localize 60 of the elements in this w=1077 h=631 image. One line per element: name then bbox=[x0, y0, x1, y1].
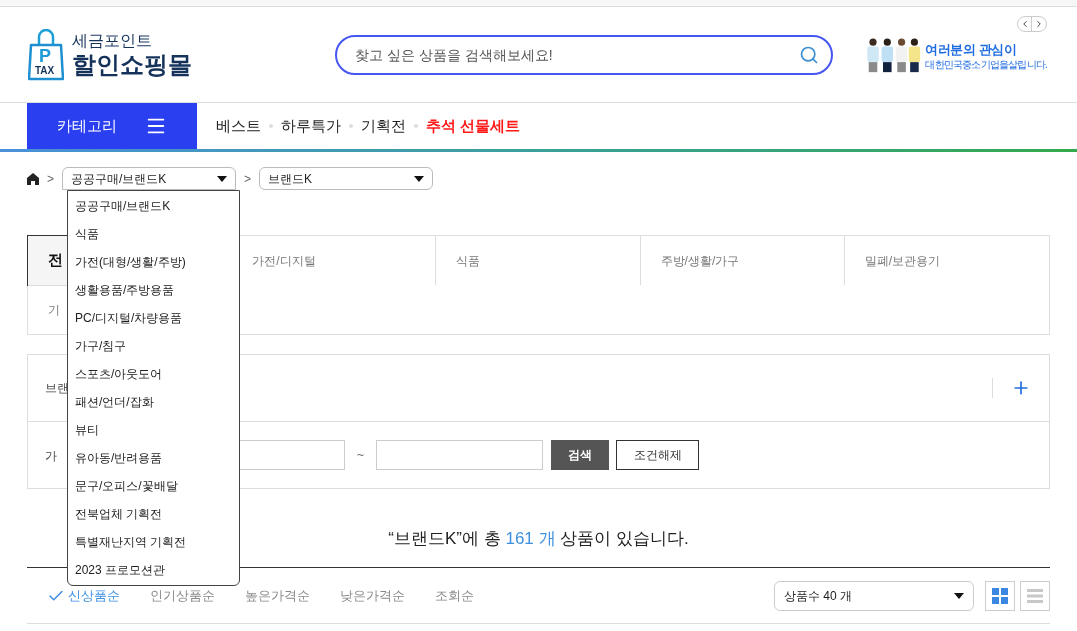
dropdown-option[interactable]: 문구/오피스/꽃배달 bbox=[68, 472, 239, 500]
sort-option[interactable]: 조회순 bbox=[435, 585, 474, 606]
result-summary: “브랜드K”에 총 161 개 상품이 있습니다. bbox=[388, 528, 689, 550]
home-icon[interactable] bbox=[27, 172, 39, 185]
dropdown-option[interactable]: 생활용품/주방용품 bbox=[68, 276, 239, 304]
filter-label: 가 bbox=[45, 449, 57, 463]
logo-tagline: 세금포인트 bbox=[72, 30, 153, 51]
category-button[interactable]: 카테고리 bbox=[27, 103, 197, 149]
category-select[interactable]: 공공구매/브랜드K bbox=[62, 167, 236, 190]
caret-icon bbox=[217, 175, 227, 182]
max-price-field[interactable] bbox=[376, 440, 543, 470]
caret-icon bbox=[954, 592, 964, 599]
logo-badge-letter: P bbox=[39, 46, 51, 65]
dropdown-option[interactable]: 유아동/반려용품 bbox=[68, 444, 239, 472]
nav-link[interactable]: 추석 선물세트 bbox=[426, 114, 521, 138]
range-separator: ~ bbox=[357, 447, 364, 464]
sort-option[interactable]: 신상품순 bbox=[47, 585, 120, 606]
dropdown-option[interactable]: 공공구매/브랜드K bbox=[68, 192, 239, 220]
category-tab[interactable]: 주방/생활/가구 bbox=[660, 251, 740, 270]
dropdown-option[interactable]: PC/디지털/차량용품 bbox=[68, 304, 239, 332]
category-tab[interactable]: 기 bbox=[48, 301, 60, 319]
nav-link[interactable]: 기획전 bbox=[361, 114, 406, 138]
banner-title: 여러분의 관심이 bbox=[925, 41, 1018, 58]
list-icon bbox=[1027, 587, 1043, 604]
sort-option[interactable]: 높은가격순 bbox=[245, 585, 310, 606]
grid-view-button[interactable] bbox=[985, 580, 1015, 611]
category-tab[interactable]: 가전/디지털 bbox=[252, 251, 316, 270]
category-tab[interactable]: 식품 bbox=[456, 251, 481, 270]
dropdown-option[interactable]: 가전(대형/생활/주방) bbox=[68, 248, 239, 276]
nav-link[interactable]: 하루특가 bbox=[281, 114, 341, 138]
reset-button[interactable]: 조건해제 bbox=[616, 440, 699, 470]
category-tab[interactable]: 밀폐/보관용기 bbox=[864, 251, 941, 270]
dropdown-option[interactable]: 뷰티 bbox=[68, 416, 239, 444]
dropdown-option[interactable]: 패션/언더/잡화 bbox=[68, 388, 239, 416]
caret-icon bbox=[414, 175, 425, 182]
search-icon[interactable] bbox=[799, 44, 819, 65]
grid-icon bbox=[992, 587, 1008, 604]
nav-link[interactable]: 베스트 bbox=[216, 114, 261, 138]
category-select[interactable]: 브랜드K bbox=[259, 167, 434, 190]
filter-label: 브랜 bbox=[45, 380, 69, 397]
dropdown-option[interactable]: 특별재난지역 기획전 bbox=[68, 528, 239, 556]
shopping-bag-icon bbox=[28, 28, 64, 81]
dropdown-option[interactable]: 가구/침구 bbox=[68, 332, 239, 360]
dropdown-option[interactable]: 2023 프로모션관 bbox=[68, 556, 239, 584]
category-tab[interactable]: 전 bbox=[48, 249, 63, 272]
dropdown-option[interactable]: 식품 bbox=[68, 220, 239, 248]
search-button[interactable]: 검색 bbox=[551, 440, 609, 470]
page-size-select[interactable]: 상품수 40 개 bbox=[774, 580, 974, 611]
dropdown-option[interactable]: 스포츠/아웃도어 bbox=[68, 360, 239, 388]
logo-badge-text: TAX bbox=[35, 65, 55, 76]
sort-option[interactable]: 인기상품순 bbox=[150, 585, 215, 606]
sort-option[interactable]: 낮은가격순 bbox=[340, 585, 405, 606]
breadcrumb-separator: > bbox=[244, 170, 252, 188]
chevron-right-icon bbox=[1034, 18, 1044, 29]
search-field[interactable]: 찾고 싶은 상품을 검색해보세요! bbox=[335, 34, 833, 75]
dropdown-option[interactable]: 전북업체 기획전 bbox=[68, 500, 239, 528]
banner-subtitle: 대한민국중소기업을살립니다. bbox=[925, 58, 1047, 72]
list-view-button[interactable] bbox=[1020, 580, 1050, 611]
logo-title: 할인쇼핑몰 bbox=[72, 50, 192, 79]
breadcrumb-separator: > bbox=[47, 170, 54, 188]
